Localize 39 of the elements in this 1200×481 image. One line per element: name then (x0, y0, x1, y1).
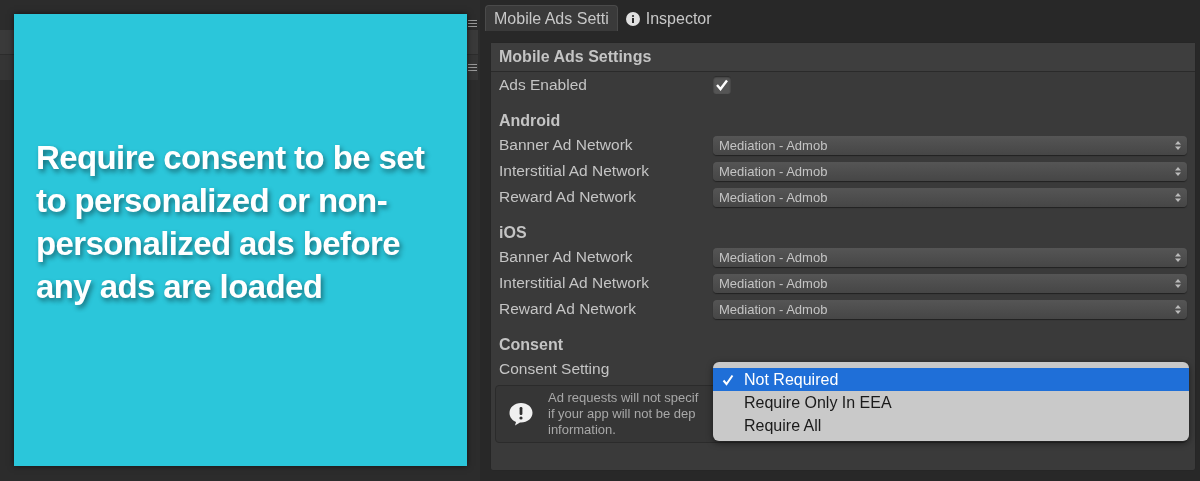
section-title: iOS (498, 223, 528, 243)
updown-icon (1175, 252, 1181, 262)
field-label: Banner Ad Network (499, 248, 634, 266)
tab[interactable]: Inspector (617, 6, 720, 31)
field-label: Interstitial Ad Network (499, 162, 650, 180)
field-label: Ads Enabled (499, 76, 588, 94)
checkbox[interactable] (713, 76, 731, 94)
section-title: Android (498, 111, 562, 131)
section-title: Consent (498, 335, 564, 355)
updown-icon (1175, 166, 1181, 176)
menu-icon[interactable] (468, 20, 477, 27)
panel-title: Mobile Ads Settings (491, 43, 1195, 72)
dropdown[interactable]: Mediation - Admob (713, 299, 1187, 319)
field-label: Consent Setting (499, 360, 611, 378)
warning-icon (508, 402, 534, 426)
dropdown[interactable]: Mediation - Admob (713, 273, 1187, 293)
menu-icon[interactable] (468, 64, 477, 71)
dropdown[interactable]: Mediation - Admob (713, 187, 1187, 207)
field-label: Reward Ad Network (499, 188, 637, 206)
updown-icon (1175, 278, 1181, 288)
help-text: if your app will not be dep (548, 406, 697, 422)
updown-icon (1175, 140, 1181, 150)
field-label: Banner Ad Network (499, 136, 634, 154)
field-label: Reward Ad Network (499, 300, 637, 318)
menu-item[interactable]: Require Only In EEA (713, 391, 1189, 414)
help-text: Ad requests will not specif (548, 390, 699, 406)
caption-text: Require consent to be set to personalized or non-personalized ads before any ads are loaded (36, 138, 426, 307)
dropdown[interactable]: Mediation - Admob (713, 247, 1187, 267)
tab[interactable]: Mobile Ads Setti (485, 5, 618, 31)
check-icon (722, 374, 734, 386)
field-label: Interstitial Ad Network (499, 274, 650, 292)
updown-icon (1175, 192, 1181, 202)
menu-item[interactable]: Not Required (713, 368, 1189, 391)
menu-item[interactable]: Require All (713, 414, 1189, 437)
info-icon (625, 11, 640, 26)
updown-icon (1175, 304, 1181, 314)
dropdown[interactable]: Mediation - Admob (713, 161, 1187, 181)
dropdown[interactable]: Mediation - Admob (713, 135, 1187, 155)
help-text: information. (548, 422, 617, 438)
